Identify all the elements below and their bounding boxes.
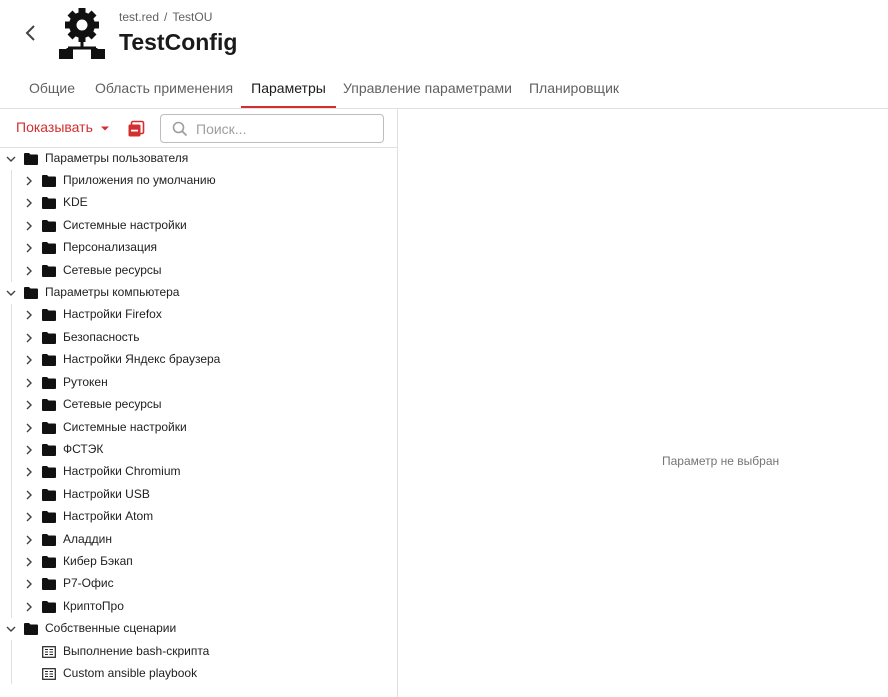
breadcrumb-separator: / <box>164 10 168 24</box>
tree-item-label: Настройки USB <box>63 487 150 501</box>
folder-icon <box>24 287 38 299</box>
folder-icon <box>42 332 56 344</box>
breadcrumb-item[interactable]: TestOU <box>172 10 212 24</box>
tree-item-label: Custom ansible playbook <box>63 666 198 680</box>
folder-icon <box>42 242 56 254</box>
chevron-right-icon[interactable] <box>23 220 35 232</box>
folder-icon <box>42 511 56 523</box>
tree-item-label: Сетевые ресурсы <box>63 397 162 411</box>
folder-icon <box>42 220 56 232</box>
gear-network-icon <box>59 8 105 59</box>
page-header: test.red / TestOU TestConfig <box>0 0 888 70</box>
tree-item-label: Параметры пользователя <box>45 151 189 165</box>
script-icon <box>42 668 56 680</box>
tree-item-label: Кибер Бэкап <box>63 554 133 568</box>
no-parameter-selected-message: Параметр не выбран <box>662 454 780 468</box>
chevron-down-icon[interactable] <box>5 153 17 165</box>
tree-item-label: ФСТЭК <box>63 442 104 456</box>
tree-item-label: Сетевые ресурсы <box>63 263 162 277</box>
tree-item-label: Выполнение bash-скрипта <box>63 644 210 658</box>
chevron-right-icon[interactable] <box>23 578 35 590</box>
folder-icon <box>42 534 56 546</box>
breadcrumb-item[interactable]: test.red <box>119 10 159 24</box>
folder-icon <box>42 466 56 478</box>
search-icon <box>172 121 188 137</box>
tree-item-label: Рутокен <box>63 375 108 389</box>
chevron-right-icon[interactable] <box>23 377 35 389</box>
tree-item-label: Персонализация <box>63 240 158 254</box>
tree-item-label: Системные настройки <box>63 420 187 434</box>
tree-item-label: Приложения по умолчанию <box>63 173 216 187</box>
folder-icon <box>42 422 56 434</box>
folder-icon <box>42 556 56 568</box>
tab-bar: Общие Область применения Параметры Управ… <box>0 70 888 109</box>
chevron-right-icon[interactable] <box>23 466 35 478</box>
tree-guide-line <box>11 640 12 684</box>
folder-icon <box>42 601 56 613</box>
tree-item-label: Р7-Офис <box>63 576 114 590</box>
back-button[interactable] <box>18 20 44 46</box>
tree-item-label: KDE <box>63 195 88 209</box>
chevron-right-icon[interactable] <box>23 601 35 613</box>
search-input[interactable] <box>196 119 376 139</box>
folder-icon <box>42 175 56 187</box>
folder-icon <box>42 444 56 456</box>
tree-item-label: Аладдин <box>63 532 113 546</box>
tab-general[interactable]: Общие <box>21 70 83 108</box>
tab-parameter-management[interactable]: Управление параметрами <box>342 70 513 108</box>
folder-icon <box>42 309 56 321</box>
tree-item-label: Параметры компьютера <box>45 285 180 299</box>
folder-icon <box>42 354 56 366</box>
chevron-right-icon[interactable] <box>23 534 35 546</box>
folder-icon <box>42 489 56 501</box>
collapse-all-icon[interactable] <box>127 120 145 138</box>
folder-icon <box>42 265 56 277</box>
script-icon <box>42 646 56 658</box>
parameters-tree-panel: Показывать Параметры пользователя <box>0 109 398 697</box>
chevron-right-icon[interactable] <box>23 242 35 254</box>
folder-icon <box>42 197 56 209</box>
tab-scheduler[interactable]: Планировщик <box>524 70 624 108</box>
tree-item-label: Настройки Atom <box>63 509 154 523</box>
tab-scope[interactable]: Область применения <box>93 70 235 108</box>
chevron-down-icon[interactable] <box>5 623 17 635</box>
chevron-right-icon[interactable] <box>23 175 35 187</box>
tree-guide-line <box>11 170 12 282</box>
tree-item-label: Собственные сценарии <box>45 621 177 635</box>
chevron-right-icon[interactable] <box>23 444 35 456</box>
tab-parameters[interactable]: Параметры <box>241 70 336 108</box>
tree-item-label: Системные настройки <box>63 218 187 232</box>
folder-icon <box>24 623 38 635</box>
tree-item-label: Настройки Firefox <box>63 307 162 321</box>
search-box <box>160 114 384 143</box>
folder-icon <box>42 399 56 411</box>
folder-icon <box>24 153 38 165</box>
tree-guide-line <box>11 304 12 618</box>
show-filter-button[interactable]: Показывать <box>16 119 93 135</box>
chevron-left-icon <box>25 25 35 41</box>
folder-icon <box>42 578 56 590</box>
tree-toolbar: Показывать <box>0 109 397 148</box>
chevron-right-icon[interactable] <box>23 309 35 321</box>
chevron-right-icon[interactable] <box>23 332 35 344</box>
tree-item-label: Настройки Chromium <box>63 464 181 478</box>
tree-item-label: Безопасность <box>63 330 140 344</box>
chevron-right-icon[interactable] <box>23 489 35 501</box>
breadcrumb: test.red / TestOU <box>119 10 212 24</box>
folder-icon <box>42 377 56 389</box>
page-title: TestConfig <box>119 29 238 55</box>
chevron-right-icon[interactable] <box>23 354 35 366</box>
chevron-right-icon[interactable] <box>23 399 35 411</box>
tree-item-label: КриптоПро <box>63 599 124 613</box>
chevron-right-icon[interactable] <box>23 511 35 523</box>
chevron-right-icon[interactable] <box>23 265 35 277</box>
chevron-right-icon[interactable] <box>23 197 35 209</box>
chevron-right-icon[interactable] <box>23 556 35 568</box>
chevron-down-icon[interactable] <box>5 287 17 299</box>
tree-item-label: Настройки Яндекс браузера <box>63 352 221 366</box>
chevron-right-icon[interactable] <box>23 422 35 434</box>
caret-down-icon[interactable] <box>100 125 110 133</box>
